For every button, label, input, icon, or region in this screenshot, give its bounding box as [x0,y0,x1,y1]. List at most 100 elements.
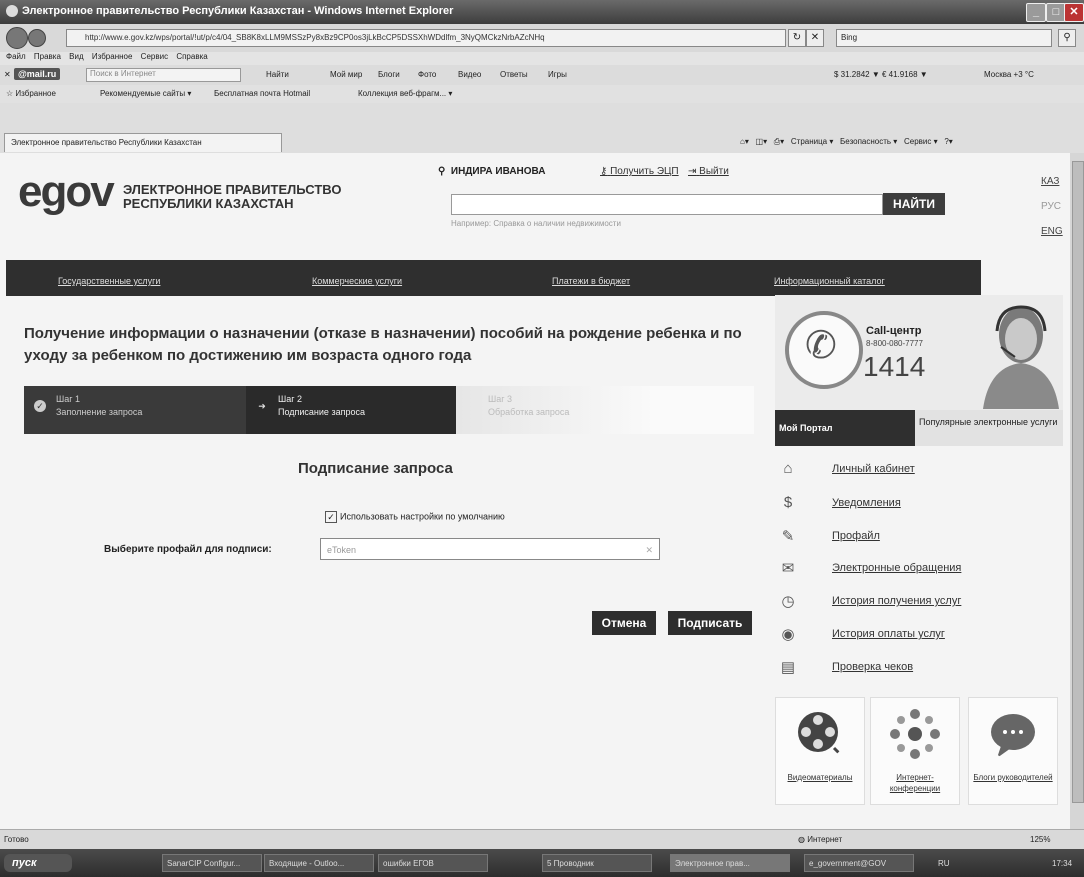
task-ie[interactable]: Электронное прав... [670,854,790,872]
sidebar-item-cabinet[interactable]: ⌂ Личный кабинет [778,460,915,478]
search-example: Например: Справка о наличии недвижимости [451,219,621,228]
nav-commercial[interactable]: Коммерческие услуги [312,276,402,286]
sidebar-item-label: Электронные обращения [832,562,962,574]
fav-recommended[interactable]: Рекомендуемые сайты ▾ [100,89,191,98]
safety-menu[interactable]: Безопасность ▾ [840,137,897,146]
page-menu[interactable]: Страница ▾ [791,137,834,146]
tools-menu[interactable]: Сервис ▾ [904,137,938,146]
sign-button[interactable]: Подписать [668,611,752,635]
egov-logo[interactable]: egov [18,167,115,217]
minimize-button[interactable]: _ [1026,3,1046,22]
lang-eng[interactable]: ENG [1041,226,1063,237]
toolbar-search-input[interactable]: Поиск в Интернет [86,68,241,82]
default-settings-row[interactable]: ✓ Использовать настройки по умолчанию [325,511,505,523]
toolbar-mymir[interactable]: Мой мир [330,70,362,79]
menu-file[interactable]: Файл [6,52,26,61]
toolbar-games[interactable]: Игры [548,70,567,79]
profile-select[interactable]: eToken ✕ [320,538,660,560]
fav-webslices[interactable]: Коллекция веб-фрагм... ▾ [358,89,452,98]
refresh-button[interactable]: ↻ [788,29,806,47]
step-2-number: Шаг 2 [278,394,303,404]
user-name[interactable]: ⚲ ИНДИРА ИВАНОВА [438,166,545,177]
sidebar-item-profile[interactable]: ✎ Профайл [778,527,880,545]
task-gov-mail[interactable]: e_government@GOV [804,854,914,872]
tile-conferences[interactable]: Интернет-конференции [870,697,960,805]
url-text: http://www.e.gov.kz/wps/portal/!ut/p/c4/… [85,33,545,42]
logout-link[interactable]: ⇥ Выйти [688,166,729,177]
maximize-button[interactable]: □ [1046,3,1066,22]
sidebar-item-appeals[interactable]: ✉ Электронные обращения [778,559,962,577]
toolbar-find[interactable]: Найти [266,70,289,79]
get-ecp-link[interactable]: ⚷ Получить ЭЦП [600,166,679,177]
site-search-input[interactable] [451,194,883,215]
menu-view[interactable]: Вид [69,52,83,61]
feeds-icon[interactable]: ◫▾ [756,137,768,146]
clock-icon: ◷ [781,593,795,610]
weather[interactable]: Москва +3 °С [984,70,1034,79]
tab-my-portal[interactable]: Мой Портал [775,410,915,446]
coin-icon: ◉ [781,626,795,643]
browser-tab[interactable]: Электронное правительство Республики Каз… [4,133,282,152]
fav-hotmail[interactable]: Бесплатная почта Hotmail [214,89,310,98]
back-button[interactable] [6,27,28,49]
sidebar-item-label: История получения услуг [832,595,962,607]
forward-button[interactable] [28,29,46,47]
sidebar-item-check-receipts[interactable]: ▤ Проверка чеков [778,658,913,676]
search-button[interactable]: НАЙТИ [883,193,945,215]
toolbar-blogs[interactable]: Блоги [378,70,400,79]
sidebar-item-notifications[interactable]: $ Уведомления [778,494,901,512]
nav-payments[interactable]: Платежи в бюджет [552,276,630,286]
zone-label: Интернет [807,835,843,844]
internet-zone: ◍ Интернет [798,835,842,844]
tile-video-label: Видеоматериалы [787,773,853,782]
task-outlook[interactable]: Входящие - Outloo... [264,854,374,872]
tab-row: Электронное правительство Республики Каз… [0,103,1084,153]
task-explorer[interactable]: 5 Проводник [542,854,652,872]
lang-rus[interactable]: РУС [1041,201,1061,212]
sidebar-item-label: Личный кабинет [832,463,915,475]
task-errors[interactable]: ошибки ЕГОВ [378,854,488,872]
print-icon[interactable]: ⎙▾ [774,137,784,146]
favorites-button[interactable]: ☆ Избранное [6,89,56,98]
tab-popular-services[interactable]: Популярные электронные услуги [915,410,1063,446]
form-title: Подписание запроса [298,460,453,477]
vertical-scrollbar[interactable] [1070,153,1084,829]
menu-tools[interactable]: Сервис [141,52,168,61]
sidebar-item-payment-history[interactable]: ◉ История оплаты услуг [778,625,944,643]
nav-gov-services[interactable]: Государственные услуги [58,276,160,286]
mailru-logo[interactable]: @mail.ru [14,68,61,80]
lang-kaz[interactable]: КАЗ [1041,176,1059,187]
close-button[interactable]: ✕ [1064,3,1084,22]
network-icon [890,709,940,759]
clear-icon[interactable]: ✕ [645,539,653,561]
status-bar: Готово ◍ Интернет 125% [0,829,1084,850]
zoom-level[interactable]: 125% [1030,835,1050,844]
stop-button[interactable]: ✕ [806,29,824,47]
toolbar-video[interactable]: Видео [458,70,481,79]
step-3-desc: Обработка запроса [488,407,570,417]
home-icon[interactable]: ⌂▾ [740,137,749,146]
default-settings-checkbox[interactable]: ✓ [325,511,337,523]
tile-video[interactable]: Видеоматериалы [775,697,865,805]
nav-catalog[interactable]: Информационный каталог [774,276,885,286]
language-indicator[interactable]: RU [938,859,950,868]
sidebar-item-service-history[interactable]: ◷ История получения услуг [778,592,961,610]
menu-help[interactable]: Справка [176,52,207,61]
toolbar-photo[interactable]: Фото [418,70,436,79]
scrollbar-thumb[interactable] [1072,161,1084,803]
sidebar-item-label: Профайл [832,530,880,542]
toolbar-answers[interactable]: Ответы [500,70,528,79]
help-icon[interactable]: ?▾ [944,137,952,146]
task-sanarcip[interactable]: SanarCIP Configur... [162,854,262,872]
call-center-short-number: 1414 [863,351,926,382]
start-button[interactable]: пуск [4,854,72,872]
menu-edit[interactable]: Правка [34,52,61,61]
address-input[interactable]: http://www.e.gov.kz/wps/portal/!ut/p/c4/… [66,29,786,47]
browser-search-input[interactable]: Bing [836,29,1052,47]
cancel-button[interactable]: Отмена [592,611,656,635]
tile-blogs[interactable]: Блоги руководителей [968,697,1058,805]
menu-favorites[interactable]: Избранное [92,52,133,61]
toolbar-close-icon[interactable]: ✕ [4,70,11,79]
search-icon[interactable]: ⚲ [1058,29,1076,47]
step-1[interactable]: ✓ Шаг 1 Заполнение запроса [24,386,246,434]
